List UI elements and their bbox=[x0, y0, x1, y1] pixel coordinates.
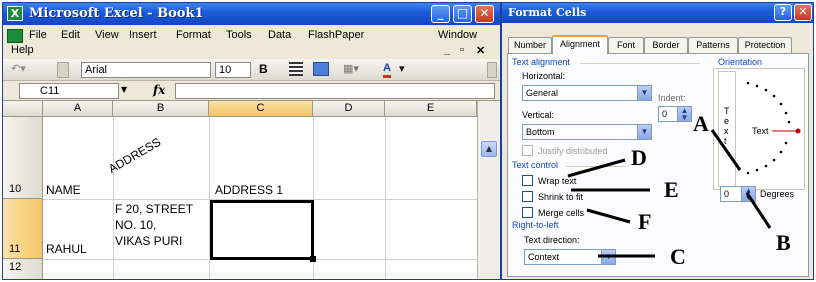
callout-d: D bbox=[631, 145, 647, 170]
callout-f: F bbox=[638, 209, 652, 234]
callout-lines bbox=[567, 129, 772, 258]
callout-b: B bbox=[776, 230, 791, 255]
callout-c: C bbox=[670, 244, 686, 269]
tab-alignment[interactable]: Alignment bbox=[552, 35, 608, 54]
callout-e: E bbox=[664, 177, 679, 202]
callout-a: A bbox=[693, 111, 709, 136]
